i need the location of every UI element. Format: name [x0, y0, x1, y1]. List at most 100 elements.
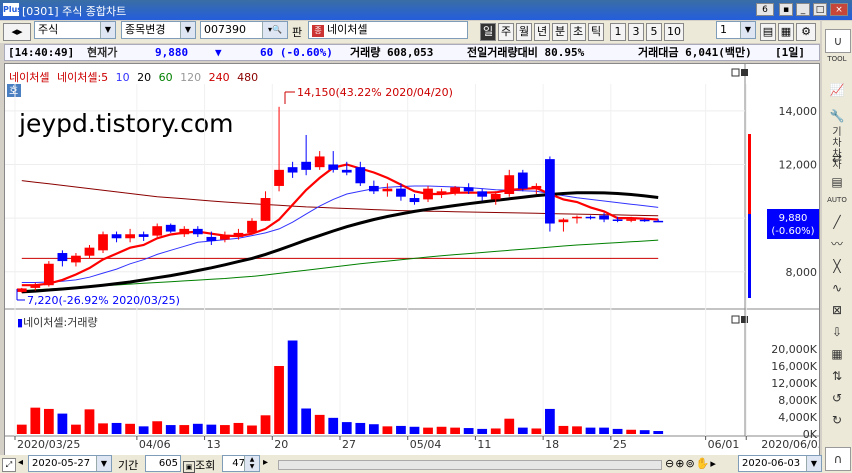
period-button-1[interactable]: 주 — [498, 23, 514, 41]
pane-minimize-icon[interactable] — [731, 68, 740, 77]
grid-icon[interactable]: ▦ — [825, 343, 849, 365]
close-icon[interactable]: × — [830, 3, 848, 16]
settings-icon[interactable]: ⚙ — [796, 23, 816, 41]
chart-area[interactable]: 네이처셀 네이처셀:5 10 20 60 120 240 480 호 jeypd… — [4, 63, 825, 456]
query-button[interactable]: ▣ 조회 — [183, 457, 215, 473]
vol-pane-close-icon[interactable] — [741, 316, 748, 323]
expand-icon[interactable]: ∩ — [825, 447, 851, 471]
hand-icon[interactable]: ✋ — [696, 457, 711, 470]
cross-icon[interactable]: ╳ — [825, 255, 849, 277]
lock-icon[interactable]: ▪ — [779, 3, 793, 16]
nav-arrows-icon[interactable]: ◂▸ — [3, 23, 31, 41]
next-icon[interactable]: ▸ — [263, 457, 268, 468]
trend-icon[interactable]: 〰 — [825, 233, 849, 255]
end-date-input[interactable]: 2020-06-03 ▼ — [738, 455, 822, 472]
zoom-input[interactable]: 47 ▲ ▼ — [222, 455, 260, 472]
count-value: 1 — [720, 23, 727, 36]
stock-name-field[interactable]: 종 네이처셀 — [308, 21, 468, 39]
date-label: 2020/03/25 — [17, 438, 80, 451]
candle-body — [57, 253, 68, 262]
interval-button-3[interactable]: 10 — [664, 23, 684, 41]
end-icon[interactable]: ▸ — [710, 457, 717, 470]
stock-code-input[interactable]: 007390 ▾🔍 — [200, 21, 288, 39]
collapse-icon[interactable]: ∪ — [825, 29, 851, 53]
candle-body — [16, 288, 27, 292]
chevron-down-icon: ▼ — [180, 22, 195, 38]
chart-type-icon[interactable]: 📈 — [825, 79, 849, 101]
down-arrow-tool-icon[interactable]: ⇩ — [825, 321, 849, 343]
chart-svg[interactable]: 네이처셀 네이처셀:5 10 20 60 120 240 480 호 jeypd… — [5, 64, 825, 455]
compare-icon[interactable]: ⇄ — [825, 147, 849, 169]
candle-body — [233, 232, 244, 237]
volume-tick-label: 20,000K — [771, 343, 817, 356]
zoom-icon[interactable]: ⤢ — [2, 458, 16, 472]
market-select[interactable]: 주식 ▼ — [34, 21, 116, 39]
period-button-0[interactable]: 일 — [480, 23, 496, 41]
candle-body — [165, 224, 176, 232]
maximize-icon[interactable]: □ — [813, 3, 827, 16]
period-button-3[interactable]: 년 — [534, 23, 550, 41]
end-date-value: 2020-06-03 — [742, 458, 801, 469]
period-input[interactable]: 605 — [145, 455, 181, 472]
volume-bar — [626, 429, 637, 434]
zoom-controls[interactable]: ⊖⊕⊚✋▸ — [665, 457, 717, 470]
wrench-icon[interactable]: 🔧 — [825, 105, 849, 127]
volume-bar — [125, 423, 135, 434]
volume-bar — [612, 428, 623, 434]
report-icon[interactable]: ▤ — [825, 171, 849, 193]
period-button-2[interactable]: 월 — [516, 23, 532, 41]
volume-bar — [423, 427, 433, 434]
minimize-icon[interactable]: _ — [796, 3, 810, 16]
auto-label: AUTO — [827, 196, 847, 204]
rotate-right-icon[interactable]: ↻ — [825, 409, 849, 431]
change-stock-select[interactable]: 종목변경 ▼ — [121, 21, 196, 39]
candle-body — [504, 175, 515, 194]
count-select[interactable]: 1 ▼ — [716, 21, 756, 39]
draw-line-icon[interactable]: ╱ — [825, 211, 849, 233]
resize-icon[interactable]: ⊠ — [825, 299, 849, 321]
spinner-icon[interactable]: ▲ ▼ — [244, 456, 259, 471]
candle-body — [450, 187, 460, 193]
candle-body — [599, 215, 609, 220]
horizontal-scrollbar[interactable] — [278, 460, 662, 470]
market-value: 주식 — [38, 23, 59, 36]
dual-arrow-icon[interactable]: ⇅ — [825, 365, 849, 387]
pane-close-icon[interactable] — [741, 69, 748, 76]
vol-pane-minimize-icon[interactable] — [731, 315, 740, 324]
wave-icon[interactable]: ∿ — [825, 277, 849, 299]
low-annotation: 7,220(-26.92% 2020/03/25) — [27, 294, 180, 307]
print-icon[interactable]: ▦ — [778, 23, 794, 41]
volume-bar — [233, 422, 244, 434]
fit-icon[interactable]: ⊚ — [685, 457, 695, 470]
volume-bar — [355, 422, 366, 434]
period-button-4[interactable]: 분 — [552, 23, 568, 41]
period-button-6[interactable]: 틱 — [588, 23, 604, 41]
candle-body — [98, 234, 108, 251]
last-price-pct: (-0.60%) — [771, 226, 814, 237]
period-button-5[interactable]: 초 — [570, 23, 586, 41]
candle-body — [423, 188, 433, 200]
date-label: 2020/06/03 — [761, 438, 819, 451]
candle-body — [626, 219, 637, 221]
save-icon[interactable]: ▤ — [760, 23, 776, 41]
legend-ma10: 10 — [116, 71, 130, 84]
interval-button-0[interactable]: 1 — [610, 23, 626, 41]
zoom-out-icon[interactable]: ⊕ — [675, 457, 685, 470]
volume-bar — [71, 424, 81, 434]
interval-button-1[interactable]: 3 — [628, 23, 644, 41]
zoom-in-icon[interactable]: ⊖ — [665, 457, 675, 470]
date-label: 20 — [274, 438, 288, 451]
candle-body — [30, 285, 41, 288]
time-stamp: [14:40:49] — [8, 46, 75, 59]
rotate-left-icon[interactable]: ↺ — [825, 387, 849, 409]
window-counter[interactable]: 6 — [756, 3, 774, 16]
period-tab[interactable]: [1일] — [775, 45, 805, 60]
candle-body — [152, 226, 163, 236]
search-icon[interactable]: ▾🔍 — [262, 22, 287, 38]
prev-icon[interactable]: ◂ — [18, 457, 23, 468]
volume-tick-label: 8,000K — [778, 394, 817, 407]
start-date-input[interactable]: 2020-05-27 ▼ — [28, 455, 112, 472]
volume-bar — [84, 409, 95, 434]
interval-button-2[interactable]: 5 — [646, 23, 662, 41]
down-arrow-icon: ▼ — [215, 46, 222, 59]
